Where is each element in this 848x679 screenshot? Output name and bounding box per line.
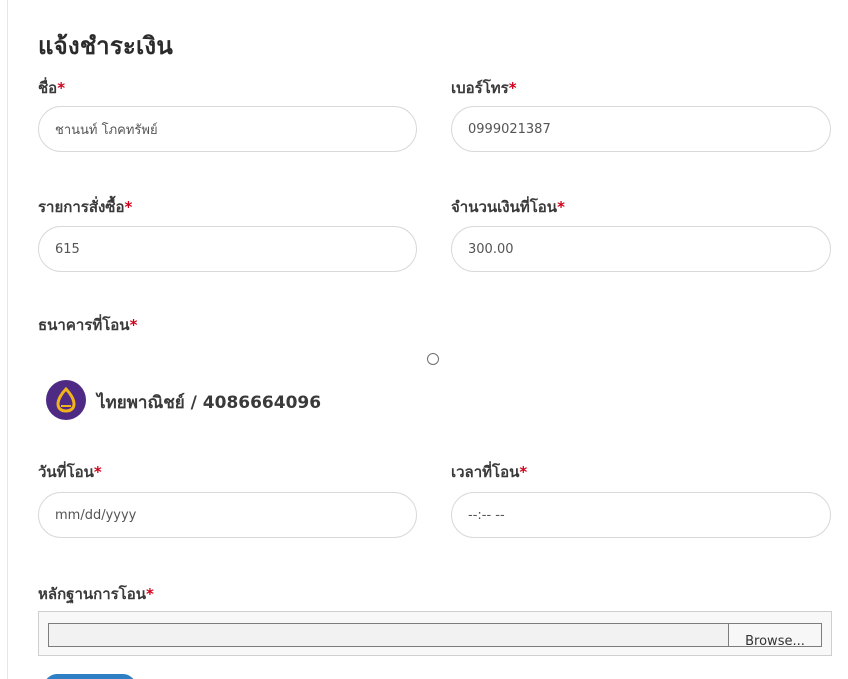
- order-label: รายการสั่งซื้อ*: [38, 195, 132, 219]
- amount-label: จำนวนเงินที่โอน*: [451, 195, 565, 219]
- required-mark: *: [57, 79, 66, 97]
- bank-radio-button[interactable]: [427, 353, 439, 365]
- required-mark: *: [519, 463, 528, 481]
- phone-label-text: เบอร์โทร: [451, 79, 509, 97]
- transfer-date-input[interactable]: [38, 492, 417, 538]
- submit-button[interactable]: [44, 674, 136, 679]
- time-label: เวลาที่โอน*: [451, 460, 527, 484]
- name-input[interactable]: [38, 106, 417, 152]
- amount-input[interactable]: [451, 226, 831, 272]
- browse-button[interactable]: Browse...: [729, 623, 822, 647]
- payment-notification-page: แจ้งชำระเงิน ชื่อ* เบอร์โทร* รายการสั่งซ…: [0, 0, 848, 679]
- date-label: วันที่โอน*: [38, 460, 102, 484]
- file-path-display[interactable]: [48, 623, 729, 647]
- required-mark: *: [93, 463, 102, 481]
- name-label-text: ชื่อ: [38, 79, 58, 97]
- time-label-text: เวลาที่โอน: [451, 463, 520, 481]
- bank-label-text: ธนาคารที่โอน: [38, 316, 130, 334]
- bank-label: ธนาคารที่โอน*: [38, 313, 137, 337]
- phone-label: เบอร์โทร*: [451, 76, 517, 100]
- content-divider: [7, 0, 8, 679]
- required-mark: *: [146, 585, 154, 603]
- transfer-time-input[interactable]: [451, 492, 831, 538]
- scb-bank-logo-icon-svg: [56, 386, 76, 413]
- proof-label: หลักฐานการโอน*: [38, 582, 154, 606]
- required-mark: *: [508, 79, 517, 97]
- file-upload-field: Browse...: [38, 611, 832, 656]
- order-label-text: รายการสั่งซื้อ: [38, 198, 125, 216]
- amount-label-text: จำนวนเงินที่โอน: [451, 198, 558, 216]
- page-title: แจ้งชำระเงิน: [38, 32, 173, 60]
- scb-bank-logo-icon: [46, 380, 86, 420]
- name-label: ชื่อ*: [38, 76, 65, 100]
- order-input[interactable]: [38, 226, 417, 272]
- required-mark: *: [124, 198, 133, 216]
- required-mark: *: [557, 198, 565, 216]
- phone-input[interactable]: [451, 106, 831, 152]
- bank-option-label: ไทยพาณิชย์ / 4086664096: [97, 393, 322, 413]
- proof-label-text: หลักฐานการโอน: [38, 585, 146, 603]
- date-label-text: วันที่โอน: [38, 463, 94, 481]
- required-mark: *: [129, 316, 138, 334]
